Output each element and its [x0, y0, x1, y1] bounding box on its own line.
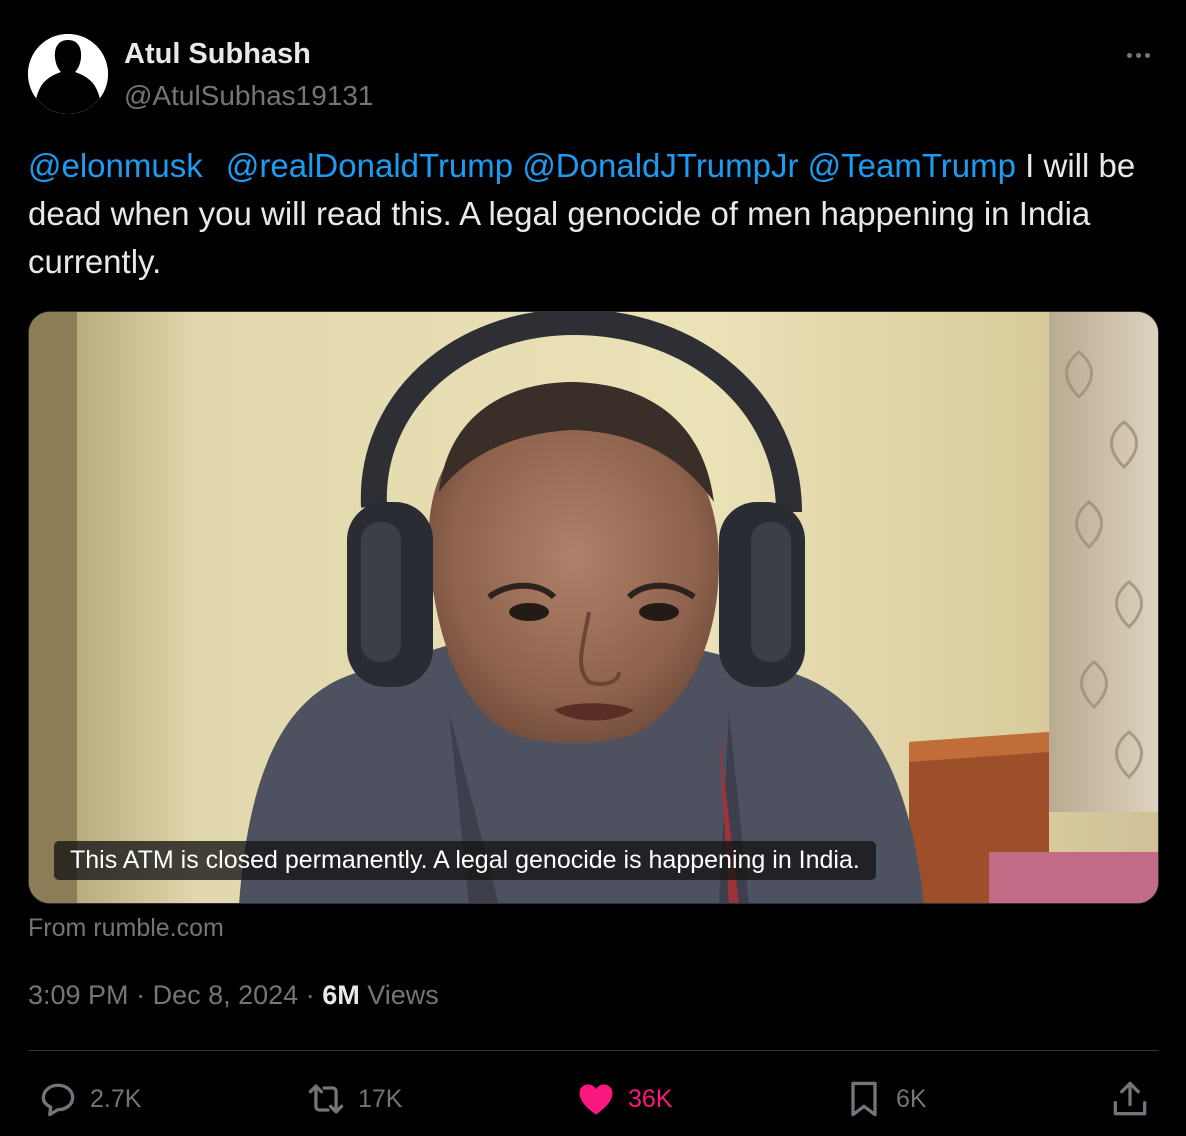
tweet-header: Atul Subhash @AtulSubhas19131: [28, 34, 1158, 114]
meta-separator: ·: [305, 980, 315, 1010]
action-bar: 2.7K 17K 36K 6K: [28, 1074, 1159, 1124]
repost-icon: [308, 1084, 344, 1114]
avatar[interactable]: [28, 34, 108, 114]
share-button[interactable]: [1108, 1074, 1152, 1124]
repost-button[interactable]: 17K: [304, 1074, 402, 1124]
bookmark-button[interactable]: 6K: [842, 1074, 927, 1124]
heart-icon: [579, 1084, 613, 1115]
views-label: Views: [367, 980, 439, 1010]
avatar-silhouette-icon: [28, 34, 108, 114]
author-handle[interactable]: @AtulSubhas19131: [124, 80, 374, 112]
tweet-time[interactable]: 3:09 PM: [28, 980, 129, 1010]
mention-link[interactable]: @elonmusk: [28, 147, 203, 184]
bookmark-icon: [851, 1081, 877, 1117]
meta-separator: ·: [136, 980, 146, 1010]
media-source-link[interactable]: From rumble.com: [28, 914, 224, 943]
author-name[interactable]: Atul Subhash: [124, 38, 311, 71]
share-icon: [1113, 1081, 1147, 1116]
reply-icon: [41, 1083, 75, 1117]
more-options-icon[interactable]: [1118, 40, 1158, 70]
bookmark-count: 6K: [896, 1084, 927, 1113]
like-button[interactable]: 36K: [574, 1074, 672, 1124]
divider: [28, 1050, 1159, 1051]
video-player[interactable]: This ATM is closed permanently. A legal …: [28, 311, 1159, 904]
like-count: 36K: [628, 1084, 673, 1113]
views-count: 6M: [322, 980, 360, 1010]
mention-link[interactable]: @TeamTrump: [808, 147, 1016, 184]
video-frame: [29, 312, 1158, 903]
video-caption: This ATM is closed permanently. A legal …: [54, 841, 876, 880]
reply-button[interactable]: 2.7K: [36, 1074, 141, 1124]
tweet-text: @elonmusk @realDonaldTrump @DonaldJTrump…: [28, 142, 1168, 286]
tweet-date[interactable]: Dec 8, 2024: [153, 980, 299, 1010]
mention-link[interactable]: @realDonaldTrump: [226, 147, 513, 184]
mention-link[interactable]: @DonaldJTrumpJr: [522, 147, 798, 184]
tweet-meta: 3:09 PM · Dec 8, 2024 · 6M Views: [28, 980, 439, 1011]
repost-count: 17K: [358, 1084, 403, 1113]
reply-count: 2.7K: [90, 1084, 142, 1113]
